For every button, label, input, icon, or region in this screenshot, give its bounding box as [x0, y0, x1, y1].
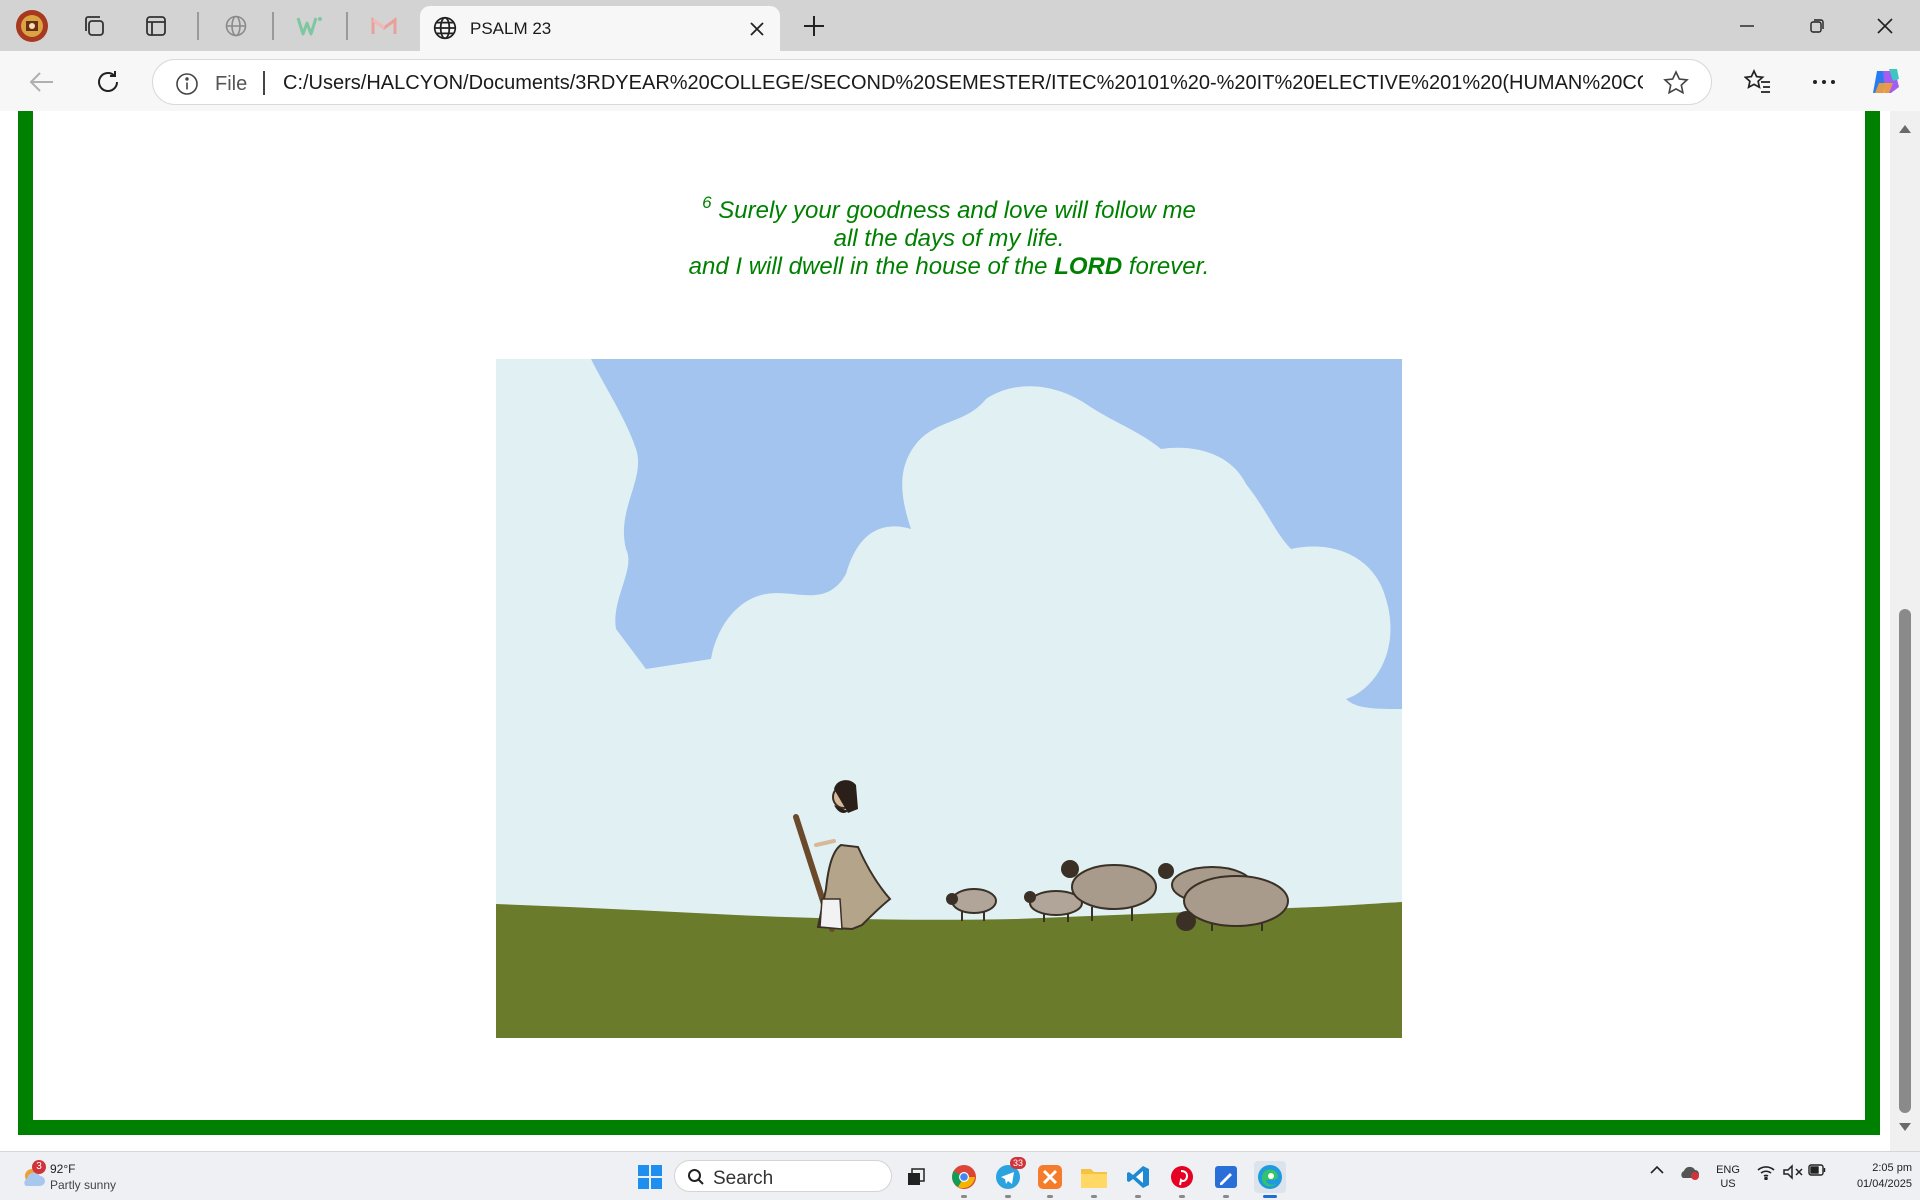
verse-line-3: and I will dwell in the house of the LOR… — [0, 253, 1898, 281]
tab-actions-icon[interactable] — [138, 8, 174, 44]
back-button[interactable] — [22, 63, 62, 101]
clock-date: 01/04/2025 — [1856, 1178, 1912, 1190]
scroll-up-arrow-icon[interactable] — [1898, 121, 1912, 139]
vscode-icon[interactable] — [1122, 1161, 1154, 1198]
green-frame-bottom — [18, 1120, 1880, 1135]
task-view-icon[interactable] — [900, 1161, 932, 1193]
psalm-verse: 6 Surely your goodness and love will fol… — [0, 189, 1898, 281]
tab-psalm-23[interactable]: PSALM 23 — [420, 6, 780, 51]
file-explorer-icon[interactable] — [1078, 1161, 1110, 1198]
navigation-bar: File C:/Users/HALCYON/Documents/3RDYEAR%… — [0, 51, 1920, 111]
favorite-star-icon[interactable] — [1663, 70, 1689, 101]
tab-separator — [346, 12, 348, 40]
profile-avatar-icon[interactable] — [14, 8, 50, 44]
restore-button[interactable] — [1782, 0, 1852, 51]
verse-line-1-text: Surely your goodness and love will follo… — [718, 197, 1196, 224]
vertical-scrollbar[interactable] — [1890, 111, 1920, 1151]
close-tab-icon[interactable] — [744, 16, 770, 42]
draw-icon[interactable] — [1210, 1161, 1242, 1198]
scheme-label: File — [215, 73, 248, 95]
address-separator — [263, 71, 265, 95]
refresh-button[interactable] — [88, 63, 128, 101]
battery-icon[interactable] — [1808, 1164, 1826, 1179]
verse-line-3-after: forever. — [1122, 253, 1210, 280]
tray-overflow-icon[interactable] — [1650, 1164, 1664, 1178]
scrollbar-thumb[interactable] — [1899, 609, 1911, 1113]
tab-bar: PSALM 23 — [0, 0, 1920, 51]
minimize-button[interactable] — [1712, 0, 1782, 51]
url-text[interactable]: C:/Users/HALCYON/Documents/3RDYEAR%20COL… — [283, 72, 1643, 95]
verse-line-3-before: and I will dwell in the house of the — [688, 253, 1055, 280]
wifi-icon[interactable] — [1756, 1164, 1776, 1183]
verse-line-1: 6 Surely your goodness and love will fol… — [0, 189, 1898, 225]
address-bar[interactable]: File C:/Users/HALCYON/Documents/3RDYEAR%… — [152, 59, 1712, 105]
weather-widget[interactable]: 3 92°F Partly sunny — [20, 1160, 140, 1196]
verse-line-2: all the days of my life. — [833, 225, 1065, 252]
info-icon[interactable] — [175, 72, 199, 101]
pinterest-icon[interactable] — [1166, 1161, 1198, 1198]
tab-title: PSALM 23 — [470, 19, 552, 38]
telegram-badge: 33 — [1009, 1157, 1026, 1169]
volume-muted-icon[interactable] — [1782, 1164, 1804, 1183]
onedrive-icon[interactable] — [1678, 1164, 1700, 1183]
windows-taskbar: 3 92°F Partly sunny Search 33 ENG US 2:0… — [0, 1151, 1920, 1200]
edge-icon[interactable] — [1254, 1161, 1286, 1198]
xampp-icon[interactable] — [1034, 1161, 1066, 1198]
close-window-button[interactable] — [1850, 0, 1920, 51]
copilot-icon[interactable] — [1866, 63, 1906, 101]
shepherd-illustration — [496, 359, 1402, 1038]
weather-condition: Partly sunny — [50, 1178, 117, 1192]
tab-separator — [272, 12, 274, 40]
scroll-down-arrow-icon[interactable] — [1898, 1119, 1912, 1137]
wps-icon[interactable] — [292, 8, 328, 44]
globe-icon[interactable] — [218, 8, 254, 44]
weather-temperature: 92°F — [50, 1162, 76, 1176]
weather-badge: 3 — [32, 1160, 46, 1174]
more-menu-icon[interactable] — [1804, 63, 1844, 101]
page-viewport: 6 Surely your goodness and love will fol… — [0, 111, 1920, 1151]
gmail-icon[interactable] — [366, 8, 402, 44]
workspaces-icon[interactable] — [76, 8, 112, 44]
search-icon — [687, 1168, 705, 1191]
taskbar-search[interactable]: Search — [674, 1160, 892, 1192]
language-line-1: ENG — [1716, 1164, 1740, 1176]
verse-line-3-bold: LORD — [1054, 253, 1123, 280]
windows-start-icon[interactable] — [638, 1165, 662, 1194]
verse-number: 6 — [702, 193, 712, 212]
new-tab-button[interactable] — [796, 8, 832, 44]
globe-icon — [432, 15, 458, 46]
clock-time: 2:05 pm — [1872, 1162, 1912, 1174]
search-label: Search — [713, 1168, 774, 1189]
tab-separator — [197, 12, 199, 40]
language-indicator[interactable]: ENG US — [1712, 1163, 1744, 1191]
language-line-2: US — [1720, 1178, 1736, 1190]
chrome-icon[interactable] — [948, 1161, 980, 1198]
clock[interactable]: 2:05 pm 01/04/2025 — [1832, 1160, 1912, 1192]
favorites-icon[interactable] — [1738, 63, 1778, 101]
telegram-icon[interactable]: 33 — [992, 1157, 1026, 1198]
